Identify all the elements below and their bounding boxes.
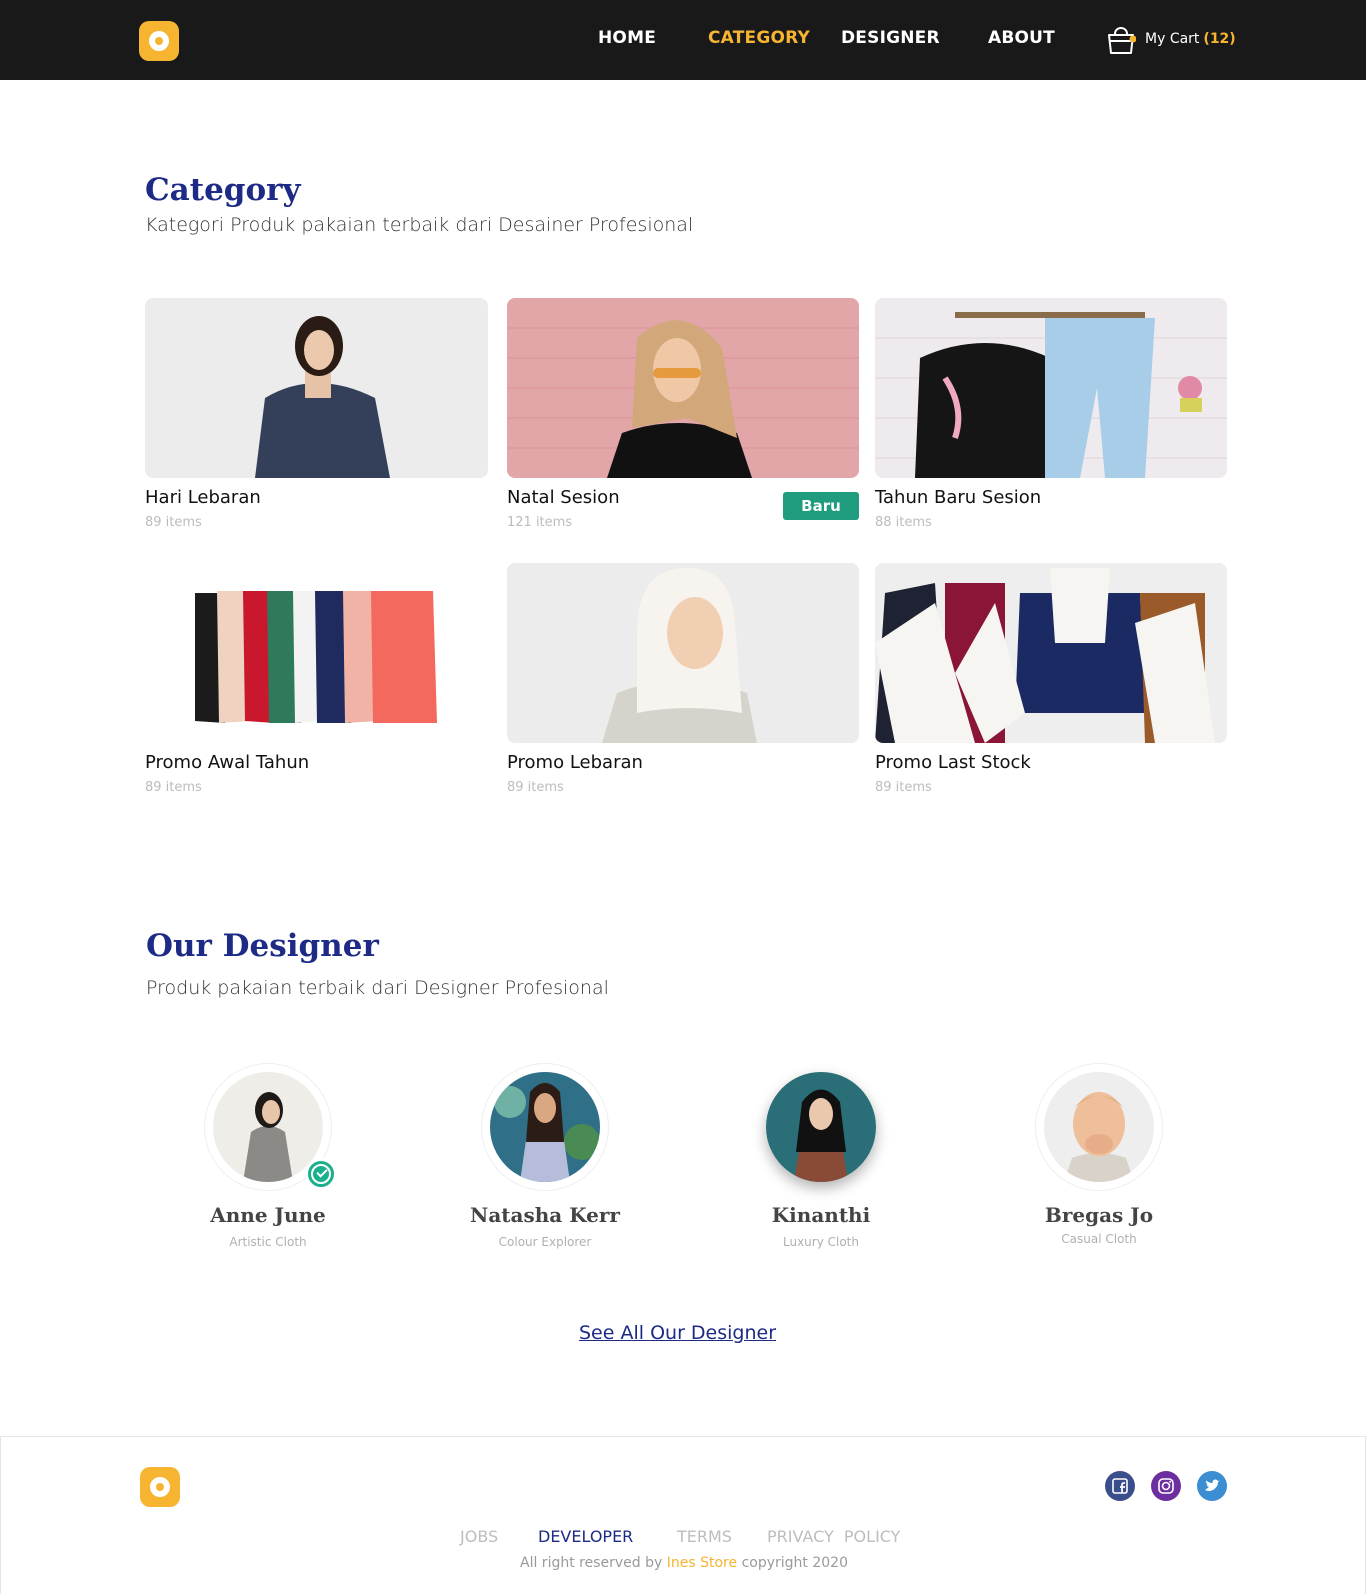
copyright: All right reserved by Ines Store copyrig… (1, 1555, 1366, 1571)
category-image (875, 298, 1227, 478)
footer-link-privacy-policy[interactable]: PRIVACY POLICY (767, 1527, 900, 1546)
navbar: HOME CATEGORY DESIGNER ABOUT My Cart (12… (0, 0, 1366, 80)
avatar (766, 1072, 876, 1182)
designer-role: Casual Cloth (1061, 1232, 1137, 1246)
designer-role: Artistic Cloth (229, 1235, 307, 1249)
category-count: 89 items (875, 780, 932, 795)
cart-button[interactable]: My Cart (12) (1106, 22, 1236, 56)
cart-count: (12) (1203, 31, 1236, 47)
avatar (1044, 1072, 1154, 1182)
category-card[interactable]: Promo Last Stock 89 items (875, 563, 1227, 803)
category-name: Tahun Baru Sesion (875, 487, 1042, 508)
nav-home[interactable]: HOME (598, 28, 656, 48)
category-count: 89 items (145, 515, 202, 530)
designer-name: Bregas Jo (1044, 1203, 1154, 1227)
category-card[interactable]: Promo Lebaran 89 items (507, 563, 859, 803)
category-name: Promo Last Stock (875, 752, 1031, 773)
designer-card[interactable]: Kinanthi Luxury Cloth (721, 1063, 921, 1263)
avatar-ring (766, 1072, 876, 1182)
designer-name: Anne June (210, 1203, 326, 1227)
instagram-icon[interactable] (1151, 1471, 1181, 1501)
verified-icon (305, 1158, 337, 1190)
new-badge: Baru (783, 492, 859, 520)
category-name: Promo Lebaran (507, 752, 643, 773)
category-card[interactable]: Promo Awal Tahun 89 items (145, 563, 488, 803)
twitter-icon[interactable] (1197, 1471, 1227, 1501)
category-subtitle: Kategori Produk pakaian terbaik dari Des… (145, 214, 694, 236)
category-image (507, 298, 859, 478)
footer-link-jobs[interactable]: JOBS (460, 1527, 498, 1546)
category-image (875, 563, 1227, 743)
category-image (145, 563, 488, 743)
designer-card[interactable]: Natasha Kerr Colour Explorer (445, 1063, 645, 1263)
nav-about[interactable]: ABOUT (988, 28, 1055, 48)
store-logo[interactable] (139, 21, 179, 61)
category-card[interactable]: Tahun Baru Sesion 88 items (875, 298, 1227, 538)
footer-link-developer[interactable]: DEVELOPER (538, 1527, 633, 1546)
category-count: 89 items (507, 780, 564, 795)
category-count: 88 items (875, 515, 932, 530)
designer-card[interactable]: Bregas Jo Casual Cloth (999, 1063, 1199, 1263)
designer-card[interactable]: Anne June Artistic Cloth (168, 1063, 368, 1263)
category-title: Category (145, 172, 301, 208)
nav-designer[interactable]: DESIGNER (841, 28, 940, 48)
footer-logo[interactable] (140, 1467, 180, 1507)
category-name: Promo Awal Tahun (145, 752, 310, 773)
brand-name[interactable]: Ines Store (667, 1555, 737, 1571)
footer-link-terms[interactable]: TERMS (677, 1527, 732, 1546)
shopping-bag-icon (1106, 22, 1136, 56)
footer: JOBS DEVELOPER TERMS PRIVACY POLICY All … (0, 1436, 1366, 1594)
designer-role: Colour Explorer (498, 1235, 592, 1249)
category-name: Hari Lebaran (145, 487, 261, 508)
avatar-ring (481, 1063, 609, 1191)
category-card[interactable]: Natal Sesion 121 items Baru (507, 298, 859, 538)
designer-title: Our Designer (146, 928, 379, 964)
category-count: 89 items (145, 780, 202, 795)
category-count: 121 items (507, 515, 573, 530)
avatar-ring (1035, 1063, 1163, 1191)
category-name: Natal Sesion (507, 487, 620, 508)
category-image (507, 563, 859, 743)
facebook-icon[interactable] (1105, 1471, 1135, 1501)
category-card[interactable]: Hari Lebaran 89 items (145, 298, 488, 538)
nav-category[interactable]: CATEGORY (708, 28, 810, 48)
copyright-prefix: All right reserved by (520, 1555, 663, 1571)
see-all-designers-link[interactable]: See All Our Designer (579, 1322, 776, 1344)
designer-name: Natasha Kerr (470, 1203, 620, 1227)
cart-label: My Cart (1145, 31, 1200, 47)
avatar (490, 1072, 600, 1182)
copyright-suffix: copyright 2020 (741, 1555, 848, 1571)
designer-role: Luxury Cloth (782, 1235, 859, 1249)
designer-subtitle: Produk pakaian terbaik dari Designer Pro… (146, 977, 609, 999)
category-image (145, 298, 488, 478)
designer-name: Kinanthi (771, 1203, 871, 1227)
